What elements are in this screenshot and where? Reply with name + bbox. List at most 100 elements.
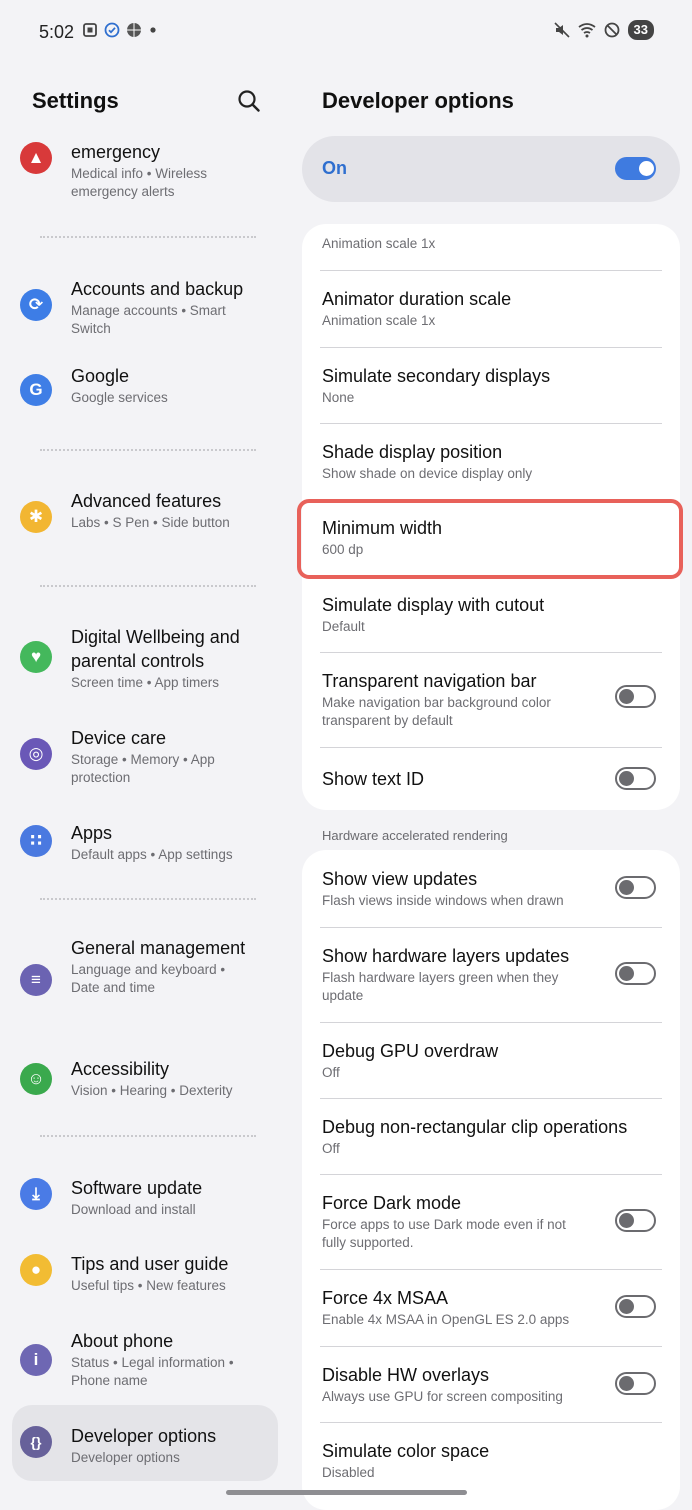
setting-title: Show text ID (322, 769, 425, 789)
sidebar-item-subtitle: Storage • Memory • App protection (71, 752, 215, 785)
sidebar-item-title: Digital Wellbeing and parental controls (71, 627, 240, 671)
siren-icon: ▲ (20, 142, 52, 174)
do-not-disturb-icon (604, 22, 619, 38)
screenshot-icon (83, 23, 97, 37)
basketball-icon (127, 23, 141, 37)
setting-force-dark-mode[interactable]: Force Dark mode Force apps to use Dark mo… (302, 1174, 680, 1269)
setting-simulate-color-space[interactable]: Simulate color space Disabled (302, 1422, 680, 1510)
sidebar-item-title: Developer options (71, 1426, 217, 1446)
status-time: 5:02 (39, 22, 75, 42)
setting-toggle[interactable] (615, 767, 656, 790)
setting-toggle[interactable] (615, 962, 656, 985)
lightbulb-icon: ● (20, 1254, 52, 1286)
search-icon[interactable] (235, 87, 263, 115)
wifi-icon (577, 23, 596, 38)
setting-toggle[interactable] (615, 685, 656, 708)
setting-title: Show view updates (322, 869, 478, 889)
settings-card: Show view updates Flash views inside wind… (302, 850, 680, 1510)
setting-toggle[interactable] (615, 1209, 656, 1232)
sidebar-item-subtitle: Developer options (71, 1450, 180, 1465)
sliders-icon: ≡ (20, 964, 52, 996)
setting-subtitle: Enable 4x MSAA in OpenGL ES 2.0 apps (322, 1312, 570, 1327)
sidebar-item-subtitle: Screen time • App timers (71, 675, 220, 690)
setting-simulate-secondary-displays[interactable]: Simulate secondary displays None (302, 347, 680, 423)
sidebar-item-title: Accounts and backup (71, 279, 244, 299)
setting-subtitle: Off (322, 1065, 340, 1080)
setting-subtitle: Show shade on device display only (322, 466, 533, 481)
mute-icon (553, 22, 570, 38)
setting-subtitle: Flash views inside windows when drawn (322, 893, 564, 908)
setting-title: Transition animation scale (322, 224, 530, 230)
master-switch-label: On (322, 158, 347, 178)
google-icon: G (20, 374, 52, 406)
sidebar-item-subtitle: Default apps • App settings (71, 847, 233, 862)
setting-transparent-navigation-bar[interactable]: Transparent navigation bar Make navigatio… (302, 652, 680, 747)
setting-show-hardware-layers-updates[interactable]: Show hardware layers updates Flash hardwa… (302, 927, 680, 1022)
setting-title: Shade display position (322, 442, 503, 462)
sidebar-item-title: Apps (71, 823, 113, 843)
device-care-icon: ◎ (20, 738, 52, 770)
setting-simulate-display-with-cutout[interactable]: Simulate display with cutout Default (302, 576, 680, 652)
setting-subtitle: Off (322, 1141, 340, 1156)
sidebar-item-title: Accessibility (71, 1059, 170, 1079)
setting-toggle[interactable] (615, 876, 656, 899)
check-badge-icon (104, 22, 120, 38)
developer-options-title: Developer options (322, 88, 514, 113)
divider (40, 449, 256, 451)
setting-animator-duration-scale[interactable]: Animator duration scale Animation scale 1… (302, 270, 680, 347)
setting-toggle[interactable] (615, 1372, 656, 1395)
sidebar-item-subtitle: Vision • Hearing • Dexterity (71, 1083, 233, 1098)
setting-subtitle: 600 dp (322, 542, 364, 557)
accessibility-icon: ☺ (20, 1063, 52, 1095)
divider (40, 585, 256, 587)
battery-indicator: 33 (627, 20, 654, 40)
setting-title: Debug GPU overdraw (322, 1041, 499, 1061)
setting-show-view-updates[interactable]: Show view updates Flash views inside wind… (302, 850, 680, 927)
setting-minimum-width[interactable]: Minimum width 600 dp (302, 499, 680, 576)
sidebar-item-subtitle: Download and install (71, 1202, 196, 1217)
braces-icon: {} (20, 1426, 52, 1458)
setting-title: Disable HW overlays (322, 1365, 490, 1385)
sidebar-item-title: Device care (71, 728, 167, 748)
sidebar-item-title: General management (71, 938, 246, 958)
heart-icon: ♥ (20, 641, 52, 673)
sidebar-item-subtitle: Status • Legal information • Phone name (71, 1355, 234, 1388)
sidebar-item-title: Advanced features (71, 491, 222, 511)
divider (40, 236, 256, 238)
setting-shade-display-position[interactable]: Shade display position Show shade on devi… (302, 423, 680, 499)
setting-subtitle: Flash hardware layers green when they up… (322, 970, 559, 1003)
setting-force-4x-msaa[interactable]: Force 4x MSAA Enable 4x MSAA in OpenGL ES… (302, 1269, 680, 1346)
setting-subtitle: Always use GPU for screen compositing (322, 1389, 563, 1404)
sidebar-item-title: Tips and user guide (71, 1254, 229, 1274)
notification-dot-icon (150, 27, 156, 33)
sidebar-item-title: emergency (71, 142, 161, 162)
setting-title: Simulate color space (322, 1441, 490, 1461)
status-bar: 5:02 33 (0, 0, 692, 64)
apps-grid-icon: ∷ (20, 825, 52, 857)
sidebar-item-subtitle: Manage accounts • Smart Switch (71, 303, 226, 336)
setting-title: Animator duration scale (322, 289, 512, 309)
setting-subtitle: Animation scale 1x (322, 313, 436, 328)
setting-title: Simulate display with cutout (322, 595, 545, 615)
home-indicator[interactable] (226, 1490, 467, 1495)
setting-title: Minimum width (322, 518, 443, 538)
setting-show-text-id[interactable]: Show text ID (302, 747, 680, 810)
master-toggle[interactable] (615, 157, 656, 180)
section-label: Hardware accelerated rendering (322, 828, 508, 843)
setting-transition-animation-scale[interactable]: Transition animation scale Animation scal… (302, 224, 680, 270)
settings-card: Transition animation scale Animation scal… (302, 224, 680, 810)
setting-disable-hw-overlays[interactable]: Disable HW overlays Always use GPU for sc… (302, 1346, 680, 1422)
download-icon: ⤓ (20, 1178, 52, 1210)
sidebar-item-title: Google (71, 366, 130, 386)
sidebar-item-title: About phone (71, 1331, 174, 1351)
setting-toggle[interactable] (615, 1295, 656, 1318)
setting-debug-non-rectangular-clip-operations[interactable]: Debug non-rectangular clip operations Off (302, 1098, 680, 1174)
developer-options-master-switch[interactable]: On (302, 136, 680, 202)
divider (40, 1135, 256, 1137)
developer-options-pane: Developer options On Transition animatio… (290, 64, 692, 1510)
divider (40, 898, 256, 900)
setting-title: Force Dark mode (322, 1193, 462, 1213)
setting-debug-gpu-overdraw[interactable]: Debug GPU overdraw Off (302, 1022, 680, 1098)
setting-title: Force 4x MSAA (322, 1288, 449, 1308)
sync-icon: ⟳ (20, 289, 52, 321)
